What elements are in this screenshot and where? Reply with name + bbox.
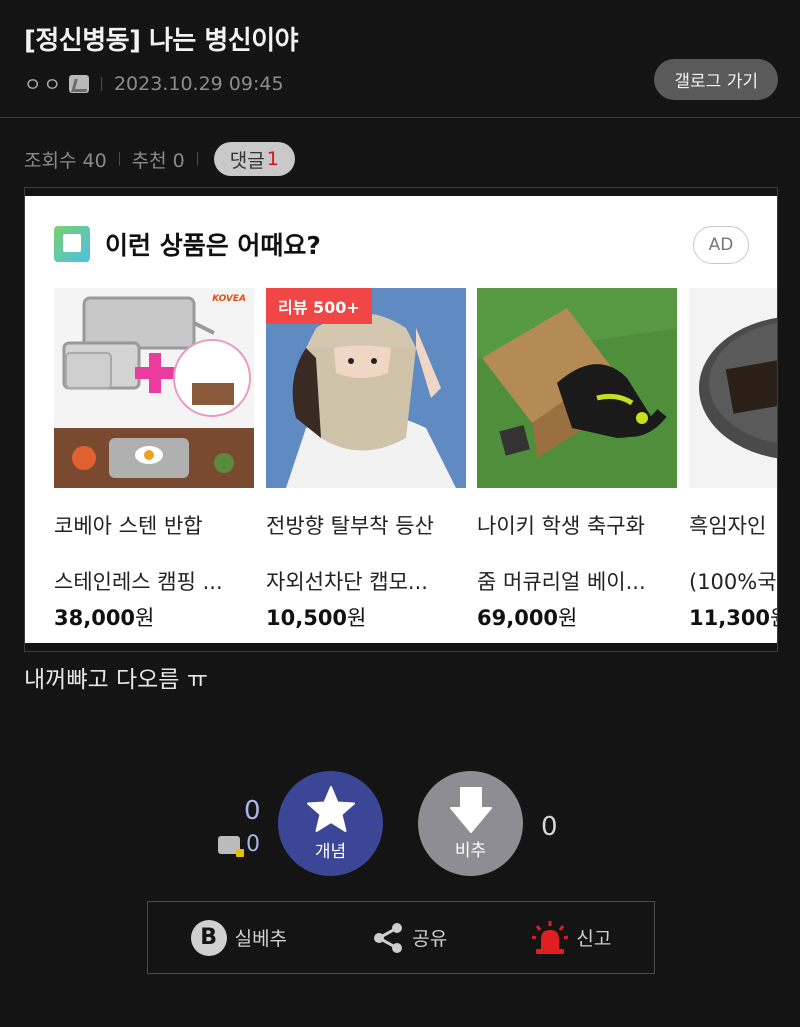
product-name-line2: 자외선차단 캡모...	[266, 570, 428, 594]
share-button[interactable]: 공유	[372, 922, 447, 954]
review-badge: 리뷰 500+	[266, 288, 372, 324]
ad-badge[interactable]: AD	[693, 226, 749, 264]
upvote-button[interactable]: 개념	[278, 771, 383, 876]
gallog-icon	[68, 74, 89, 93]
post-body: 내꺼뺘고 다오름 ㅠ	[24, 667, 208, 693]
upvote-count: 0	[244, 796, 261, 826]
arrow-down-icon	[449, 787, 492, 833]
product-card[interactable]: 나이키 학생 축구화 줌 머큐리얼 베이... 69,000원	[477, 288, 677, 632]
product-card[interactable]: 흑임자인 (100%국 11,300원	[689, 288, 777, 632]
product-image: 리뷰 500+	[266, 288, 466, 488]
report-label: 신고	[576, 928, 612, 950]
post-actions-bar: B 실베추 공유 신고	[147, 901, 655, 974]
product-name-line1: 코베아 스텐 반합	[54, 514, 203, 538]
product-name-line2: 줌 머큐리얼 베이...	[477, 570, 646, 594]
recommend-count: 추천 0	[131, 149, 185, 172]
stats-divider	[118, 152, 120, 166]
fixed-member-icon	[218, 835, 244, 857]
comment-count: 1	[266, 148, 279, 170]
share-label: 공유	[412, 928, 448, 950]
product-name-line1: 전방향 탈부착 등산	[266, 514, 434, 538]
fixed-upvote-count: 0	[246, 832, 260, 857]
product-image: KOVEA	[54, 288, 254, 488]
product-price: 69,000원	[477, 606, 578, 630]
ad-header: 이런 상품은 어때요?	[54, 226, 321, 262]
post-stats: 조회수 40 추천 0 댓글 1	[24, 142, 295, 176]
downvote-label: 비추	[454, 841, 487, 861]
comment-label: 댓글	[229, 149, 265, 172]
product-price: 38,000원	[54, 606, 155, 630]
siren-icon	[532, 920, 569, 954]
stats-divider	[196, 152, 198, 166]
downvote-button[interactable]: 비추	[418, 771, 523, 876]
product-image	[689, 288, 777, 488]
view-count: 조회수 40	[24, 149, 107, 172]
comment-button[interactable]: 댓글 1	[213, 142, 295, 176]
silbe-label: 실베추	[234, 928, 288, 950]
report-button[interactable]: 신고	[532, 920, 612, 955]
product-price: 11,300원	[689, 606, 777, 630]
product-price: 10,500원	[266, 606, 367, 630]
product-card[interactable]: KOVEA 코베아 스텐 반합 스테인레스 캠핑 ... 38,000원	[54, 288, 254, 632]
product-name-line1: 나이키 학생 축구화	[477, 514, 645, 538]
share-icon	[374, 922, 403, 953]
post-date: 2023.10.29 09:45	[113, 72, 284, 95]
meta-divider	[100, 76, 102, 91]
product-image	[477, 288, 677, 488]
silbe-button[interactable]: B 실베추	[190, 919, 288, 956]
product-name-line1: 흑임자인	[689, 514, 767, 538]
author-nickname[interactable]: ㅇㅇ	[24, 70, 63, 97]
ad-header-text: 이런 상품은 어때요?	[105, 231, 321, 260]
upvote-label: 개념	[314, 842, 347, 862]
star-icon	[306, 786, 355, 832]
downvote-count: 0	[541, 812, 558, 842]
product-brand-logo: KOVEA	[212, 294, 246, 304]
shopping-bag-icon	[54, 226, 90, 262]
post-title: [정신병동] 나는 병신이야	[24, 26, 299, 56]
fixed-upvote: 0	[218, 832, 260, 857]
ad-banner[interactable]: 이런 상품은 어때요? AD KOVEA 코베아 스텐 반합 스테인레스 캠핑 …	[25, 196, 777, 643]
product-name-line2: (100%국	[689, 570, 777, 594]
product-card[interactable]: 리뷰 500+ 전방향 탈부착 등산 자외선차단 캡모... 10,500원	[266, 288, 466, 632]
b-icon: B	[190, 919, 227, 956]
product-name-line2: 스테인레스 캠핑 ...	[54, 570, 223, 594]
post-meta: ㅇㅇ 2023.10.29 09:45	[24, 70, 284, 97]
gallog-button[interactable]: 갤로그 가기	[654, 59, 778, 100]
header-divider	[0, 117, 800, 118]
